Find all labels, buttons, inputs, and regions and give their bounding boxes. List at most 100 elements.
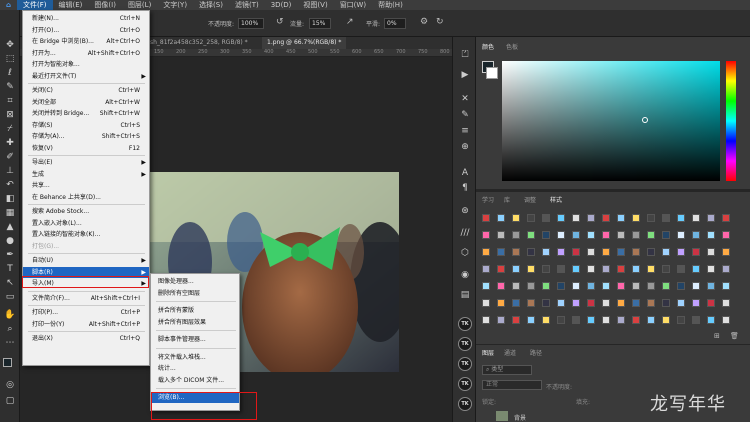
style-swatch[interactable] xyxy=(542,231,550,239)
style-swatch[interactable] xyxy=(572,265,580,273)
file-menu-item[interactable]: 置入链接的智能对象(K)... xyxy=(23,229,149,240)
style-swatch[interactable] xyxy=(692,231,700,239)
blur-tool-icon[interactable]: ▲ xyxy=(4,222,16,232)
style-swatch[interactable] xyxy=(527,282,535,290)
style-swatch[interactable] xyxy=(722,214,730,222)
style-swatch[interactable] xyxy=(722,248,730,256)
move-tool-icon[interactable]: ✥ xyxy=(4,40,16,50)
style-swatch[interactable] xyxy=(587,248,595,256)
file-menu-item[interactable]: 恢复(V) F12 xyxy=(23,143,149,154)
menu-8[interactable]: 视图(V) xyxy=(297,0,333,10)
tk-plugin-icon-3[interactable]: TK xyxy=(458,357,472,371)
style-swatch[interactable] xyxy=(557,248,565,256)
style-swatch[interactable] xyxy=(617,231,625,239)
style-swatch[interactable] xyxy=(602,265,610,273)
style-swatch[interactable] xyxy=(677,265,685,273)
style-swatch[interactable] xyxy=(677,299,685,307)
tk-plugin-icon-4[interactable]: TK xyxy=(458,377,472,391)
style-swatch[interactable] xyxy=(512,299,520,307)
style-swatch[interactable] xyxy=(557,265,565,273)
menu-3[interactable]: 图层(L) xyxy=(122,0,157,10)
style-swatch[interactable] xyxy=(482,214,490,222)
layer-thumbnail[interactable] xyxy=(496,411,508,421)
color-background-swatch[interactable] xyxy=(486,67,498,79)
style-swatch[interactable] xyxy=(692,299,700,307)
style-swatch[interactable] xyxy=(497,265,505,273)
frame-tool-icon[interactable]: ⊠ xyxy=(4,110,16,120)
style-swatch[interactable] xyxy=(572,214,580,222)
file-menu-item[interactable]: 置入嵌入对象(L)... xyxy=(23,218,149,229)
layer-name[interactable]: 背景 xyxy=(514,413,526,422)
style-swatch[interactable] xyxy=(512,265,520,273)
file-menu-item[interactable]: 最近打开文件(T) ▶ xyxy=(23,71,149,82)
brushes-panel-icon[interactable]: ✎ xyxy=(459,109,471,121)
type-tool-icon[interactable]: T xyxy=(4,264,16,274)
zoom-tool-icon[interactable]: ⌕ xyxy=(4,324,16,334)
new-style-icon[interactable]: ⊞ xyxy=(714,332,720,340)
file-menu-item[interactable]: 在 Bridge 中浏览(B)... Alt+Ctrl+O xyxy=(23,36,149,47)
style-swatch[interactable] xyxy=(602,214,610,222)
style-swatch[interactable] xyxy=(662,265,670,273)
menu-10[interactable]: 帮助(H) xyxy=(372,0,409,10)
tab-color[interactable]: 颜色 xyxy=(482,42,494,51)
style-swatch[interactable] xyxy=(527,265,535,273)
style-swatch[interactable] xyxy=(557,282,565,290)
style-swatch[interactable] xyxy=(632,248,640,256)
style-swatch[interactable] xyxy=(692,265,700,273)
style-swatch[interactable] xyxy=(647,265,655,273)
style-swatch[interactable] xyxy=(707,214,715,222)
style-swatch[interactable] xyxy=(527,316,535,324)
tk-plugin-icon-2[interactable]: TK xyxy=(458,337,472,351)
style-swatch[interactable] xyxy=(482,299,490,307)
scripts-menu-item[interactable]: 拼合所有图层效果 xyxy=(151,317,239,328)
tab-document-2[interactable]: 1.png @ 66.7%(RGB/8) * xyxy=(262,37,347,49)
delete-style-icon[interactable]: 🗑 xyxy=(730,332,739,340)
scripts-menu-item[interactable]: 图像处理器... xyxy=(151,276,239,287)
style-swatch[interactable] xyxy=(602,231,610,239)
style-swatch[interactable] xyxy=(482,265,490,273)
eraser-tool-icon[interactable]: ◧ xyxy=(4,194,16,204)
quick-select-tool-icon[interactable]: ✎ xyxy=(4,82,16,92)
style-swatch[interactable] xyxy=(542,248,550,256)
style-swatch[interactable] xyxy=(482,282,490,290)
style-swatch[interactable] xyxy=(512,316,520,324)
style-swatch[interactable] xyxy=(632,282,640,290)
hue-slider[interactable] xyxy=(726,61,736,181)
style-swatch[interactable] xyxy=(722,265,730,273)
style-swatch[interactable] xyxy=(617,316,625,324)
brush-tool-icon[interactable]: ✐ xyxy=(4,152,16,162)
tab-document-1[interactable]: sh_81f2a458c352_258, RGB/8) * xyxy=(145,37,253,49)
style-swatch[interactable] xyxy=(632,316,640,324)
style-swatch[interactable] xyxy=(482,316,490,324)
style-swatch[interactable] xyxy=(497,282,505,290)
rectangle-tool-icon[interactable]: ▭ xyxy=(4,292,16,302)
layer-filter-select[interactable]: ⌕ 类型 xyxy=(482,365,532,375)
style-swatch[interactable] xyxy=(572,231,580,239)
style-swatch[interactable] xyxy=(497,316,505,324)
style-swatch[interactable] xyxy=(497,214,505,222)
dodge-tool-icon[interactable]: ● xyxy=(4,236,16,246)
style-swatch[interactable] xyxy=(617,248,625,256)
file-menu-item[interactable]: 退出(X) Ctrl+Q xyxy=(23,333,149,344)
file-menu-item[interactable]: 文件简介(F)... Alt+Shift+Ctrl+I xyxy=(23,293,149,304)
file-menu-item[interactable]: 生成 ▶ xyxy=(23,169,149,180)
menu-5[interactable]: 选择(S) xyxy=(193,0,229,10)
style-swatch[interactable] xyxy=(497,248,505,256)
style-swatch[interactable] xyxy=(527,248,535,256)
pressure-opacity-icon[interactable]: ↺ xyxy=(276,17,284,27)
style-swatch[interactable] xyxy=(587,214,595,222)
style-swatch[interactable] xyxy=(707,248,715,256)
tab-swatches[interactable]: 色板 xyxy=(506,42,518,51)
color-picker-cursor[interactable] xyxy=(642,117,648,123)
style-swatch[interactable] xyxy=(587,316,595,324)
style-swatch[interactable] xyxy=(527,231,535,239)
path-select-tool-icon[interactable]: ↖ xyxy=(4,278,16,288)
style-swatch[interactable] xyxy=(617,282,625,290)
stamp-tool-icon[interactable]: ⊥ xyxy=(4,166,16,176)
style-swatch[interactable] xyxy=(647,282,655,290)
quick-mask-icon[interactable]: ◎ xyxy=(4,380,16,390)
style-swatch[interactable] xyxy=(527,214,535,222)
style-swatch[interactable] xyxy=(587,299,595,307)
style-swatch[interactable] xyxy=(707,231,715,239)
style-swatch[interactable] xyxy=(572,282,580,290)
